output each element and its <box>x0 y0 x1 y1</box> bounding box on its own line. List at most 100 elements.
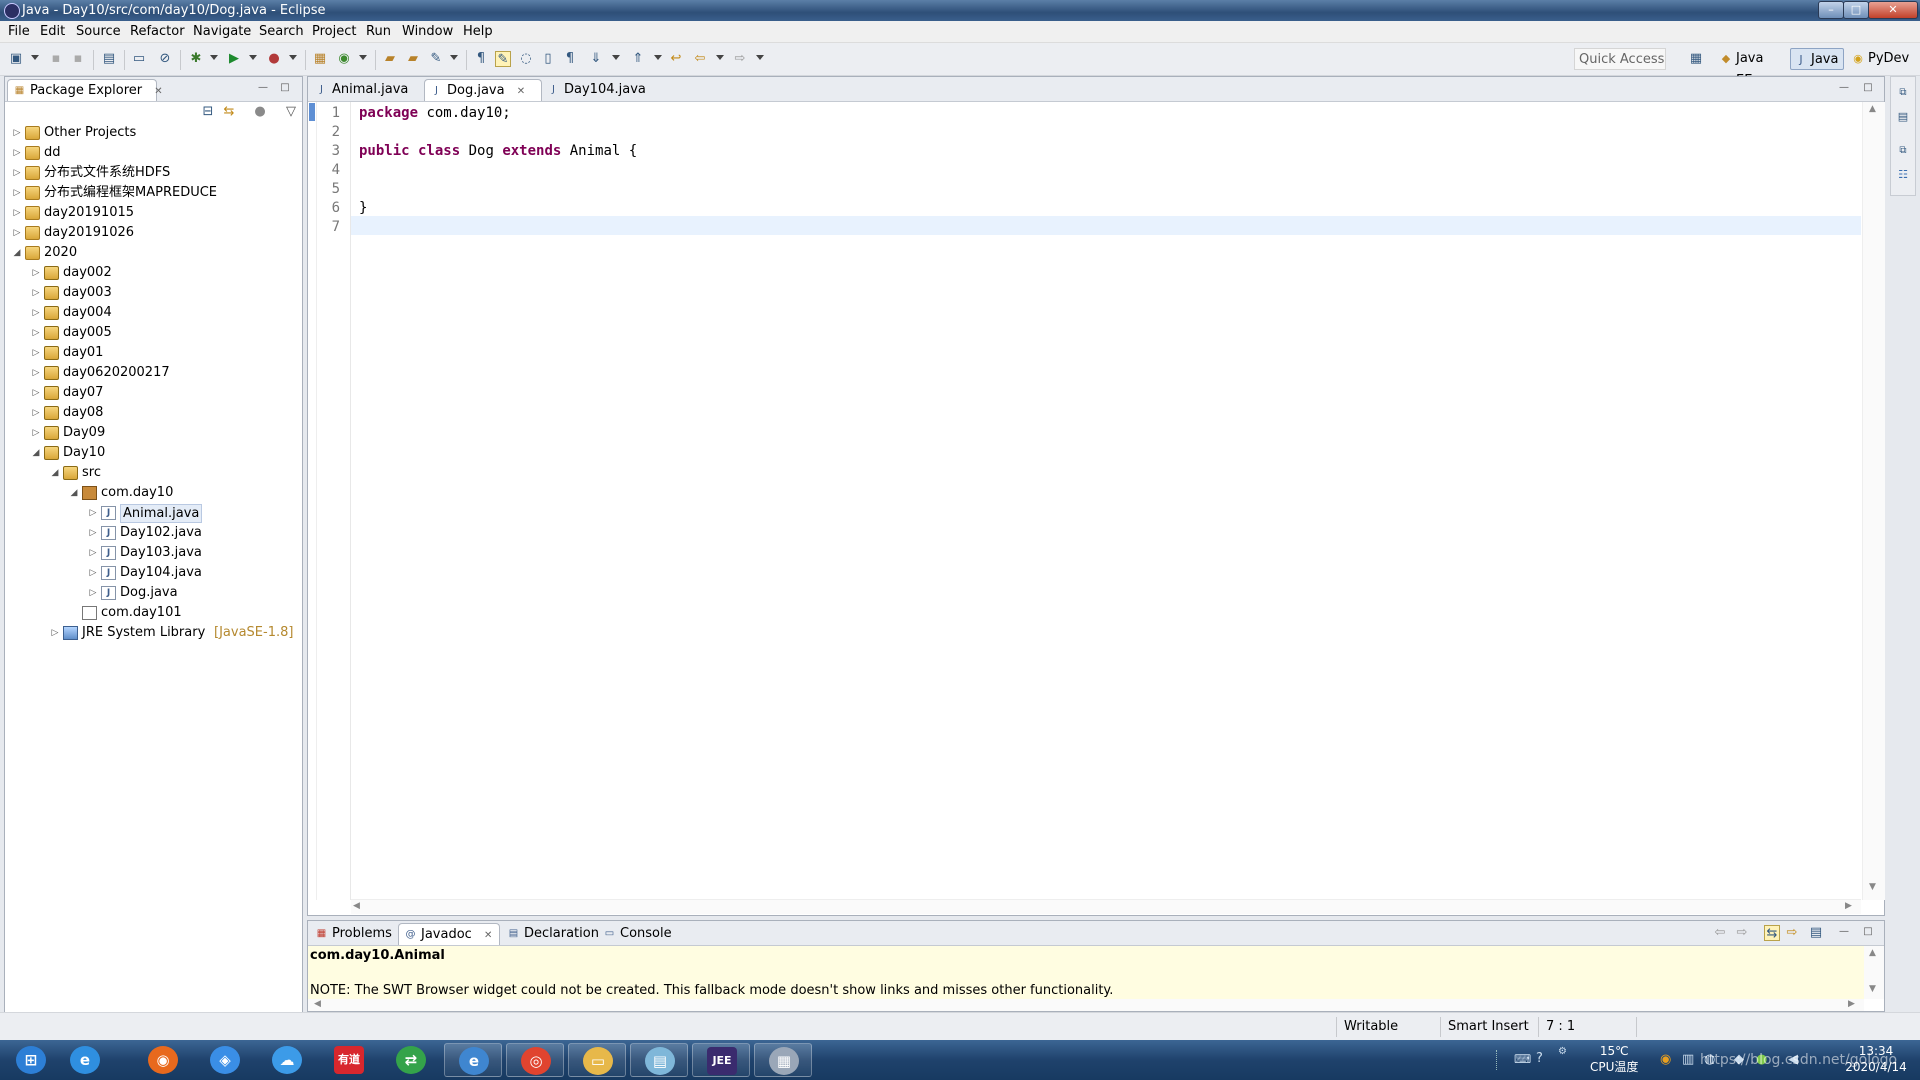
menu-run[interactable]: Run <box>363 23 394 40</box>
quick-access-input[interactable]: Quick Access <box>1574 48 1666 70</box>
taskbar-app[interactable]: ◈ <box>196 1043 254 1077</box>
tab-animal-java[interactable]: J Animal.java <box>310 79 424 101</box>
terminal-icon[interactable]: ▭ <box>131 51 147 67</box>
code-line[interactable]: package com.day10; <box>359 104 511 123</box>
taskbar-app[interactable]: ▦ <box>754 1043 812 1077</box>
scroll-up-icon[interactable]: ▲ <box>1869 948 1876 958</box>
minimize-view-icon[interactable]: — <box>1838 926 1850 938</box>
back-dropdown-icon[interactable] <box>716 55 724 60</box>
maximize-button[interactable]: □ <box>1843 1 1869 19</box>
collapsed-arrow-icon[interactable]: ▷ <box>11 143 23 163</box>
new-class-dropdown-icon[interactable] <box>359 55 367 60</box>
tray-network-icon[interactable]: ▥ <box>1682 1052 1694 1067</box>
task-list-icon[interactable]: ☷ <box>1895 167 1911 183</box>
menu-window[interactable]: Window <box>399 23 456 40</box>
forward-dropdown-icon[interactable] <box>756 55 764 60</box>
search-icon[interactable]: ✎ <box>428 51 444 67</box>
focus-active-task-icon[interactable]: ● <box>252 104 268 120</box>
collapsed-arrow-icon[interactable]: ▷ <box>11 163 23 183</box>
back-icon[interactable]: ⇦ <box>692 51 708 67</box>
menu-edit[interactable]: Edit <box>37 23 68 40</box>
scroll-right-icon[interactable]: ▶ <box>1845 901 1852 911</box>
collapsed-arrow-icon[interactable]: ▷ <box>87 503 99 523</box>
new-class-icon[interactable]: ◉ <box>336 51 352 67</box>
menu-navigate[interactable]: Navigate <box>190 23 254 40</box>
open-perspective-icon[interactable]: ▦ <box>1688 51 1704 67</box>
javadoc-horizontal-scrollbar[interactable]: ◀ ▶ <box>308 999 1864 1011</box>
menu-source[interactable]: Source <box>73 23 124 40</box>
restore-icon[interactable]: ⧉ <box>1895 85 1911 101</box>
menu-help[interactable]: Help <box>460 23 496 40</box>
tab-day104-java[interactable]: J Day104.java <box>542 79 662 101</box>
taskbar-app[interactable]: ☁ <box>258 1043 316 1077</box>
taskbar-app[interactable]: ◉ <box>134 1043 192 1077</box>
forward-icon[interactable]: ⇨ <box>732 51 748 67</box>
collapse-all-icon[interactable]: ⊟ <box>200 104 216 120</box>
toggle-mark-occurrences-icon[interactable]: ¶ <box>473 51 489 67</box>
new-java-project-icon[interactable]: ▦ <box>312 51 328 67</box>
close-button[interactable]: ✕ <box>1868 1 1918 19</box>
debug-icon[interactable]: ✱ <box>188 51 204 67</box>
taskbar-app[interactable]: 有道 <box>320 1043 378 1077</box>
status-insert-mode[interactable]: Smart Insert <box>1448 1019 1529 1034</box>
keyboard-icon[interactable]: ⌨ <box>1514 1052 1531 1066</box>
back-icon[interactable]: ⇦ <box>1712 925 1728 941</box>
new-icon[interactable]: ▣ <box>8 51 24 67</box>
view-menu-icon[interactable]: ▽ <box>283 104 299 120</box>
tab-console[interactable]: ▭ Console <box>598 923 682 945</box>
maximize-view-icon[interactable]: □ <box>279 82 291 94</box>
window-title-bar[interactable]: Java - Day10/src/com/day10/Dog.java - Ec… <box>0 0 1920 21</box>
editor-horizontal-scrollbar[interactable]: ◀ ▶ <box>351 899 1861 914</box>
expanded-arrow-icon[interactable]: ◢ <box>30 443 42 463</box>
save-icon[interactable]: ▪ <box>48 51 64 67</box>
collapsed-arrow-icon[interactable]: ▷ <box>11 183 23 203</box>
menu-file[interactable]: File <box>5 23 33 40</box>
code-editor[interactable]: package com.day10; public class Dog exten… <box>351 102 1861 900</box>
previous-annotation-dropdown-icon[interactable] <box>654 55 662 60</box>
taskbar-app[interactable]: ◎ <box>506 1043 564 1077</box>
collapsed-arrow-icon[interactable]: ▷ <box>30 303 42 323</box>
open-resource-icon[interactable]: ▰ <box>405 51 421 67</box>
menu-refactor[interactable]: Refactor <box>127 23 188 40</box>
link-with-selection-icon[interactable]: ⇆ <box>1764 925 1780 941</box>
collapsed-arrow-icon[interactable]: ▷ <box>30 363 42 383</box>
scroll-up-icon[interactable]: ▲ <box>1869 104 1876 114</box>
status-cursor-position[interactable]: 7 : 1 <box>1546 1019 1575 1034</box>
taskbar-app[interactable]: JEE <box>692 1043 750 1077</box>
external-tools-dropdown-icon[interactable] <box>289 55 297 60</box>
collapsed-arrow-icon[interactable]: ▷ <box>30 283 42 303</box>
maximize-view-icon[interactable]: □ <box>1862 926 1874 938</box>
pilcrow-icon[interactable]: ¶ <box>562 51 578 67</box>
collapsed-arrow-icon[interactable]: ▷ <box>87 523 99 543</box>
settings-icon[interactable]: ⚙ <box>1558 1046 1567 1057</box>
editor-vertical-scrollbar[interactable]: ▲ ▼ <box>1862 102 1885 900</box>
last-edit-location-icon[interactable]: ↩ <box>668 51 684 67</box>
collapsed-arrow-icon[interactable]: ▷ <box>30 263 42 283</box>
collapsed-arrow-icon[interactable]: ▷ <box>30 403 42 423</box>
outline-icon[interactable]: ▤ <box>1895 109 1911 125</box>
code-line[interactable]: public class Dog extends Animal { <box>359 142 637 161</box>
next-annotation-dropdown-icon[interactable] <box>612 55 620 60</box>
taskbar-app[interactable]: ▭ <box>568 1043 626 1077</box>
skip-breakpoints-icon[interactable]: ⊘ <box>157 51 173 67</box>
javadoc-vertical-scrollbar[interactable]: ▲ ▼ <box>1864 946 1884 999</box>
expanded-arrow-icon[interactable]: ◢ <box>68 483 80 503</box>
collapsed-arrow-icon[interactable]: ▷ <box>49 623 61 643</box>
collapsed-arrow-icon[interactable]: ▷ <box>11 203 23 223</box>
open-type-icon[interactable]: ▰ <box>382 51 398 67</box>
menu-project[interactable]: Project <box>309 23 359 40</box>
scroll-down-icon[interactable]: ▼ <box>1869 882 1876 892</box>
collapsed-arrow-icon[interactable]: ▷ <box>11 123 23 143</box>
external-tools-icon[interactable]: ● <box>266 51 282 67</box>
search-dropdown-icon[interactable] <box>450 55 458 60</box>
taskbar-app[interactable]: ⇄ <box>382 1043 440 1077</box>
tab-javadoc[interactable]: @ Javadoc ✕ <box>398 923 500 945</box>
block-selection-icon[interactable]: ◌ <box>518 51 534 67</box>
collapsed-arrow-icon[interactable]: ▷ <box>87 583 99 603</box>
tab-problems[interactable]: ▦ Problems <box>310 923 398 945</box>
collapsed-arrow-icon[interactable]: ▷ <box>30 423 42 443</box>
forward-icon[interactable]: ⇨ <box>1734 925 1750 941</box>
minimize-button[interactable]: – <box>1818 1 1844 19</box>
print-icon[interactable]: ▤ <box>101 51 117 67</box>
annotation-ruler[interactable] <box>308 102 317 900</box>
